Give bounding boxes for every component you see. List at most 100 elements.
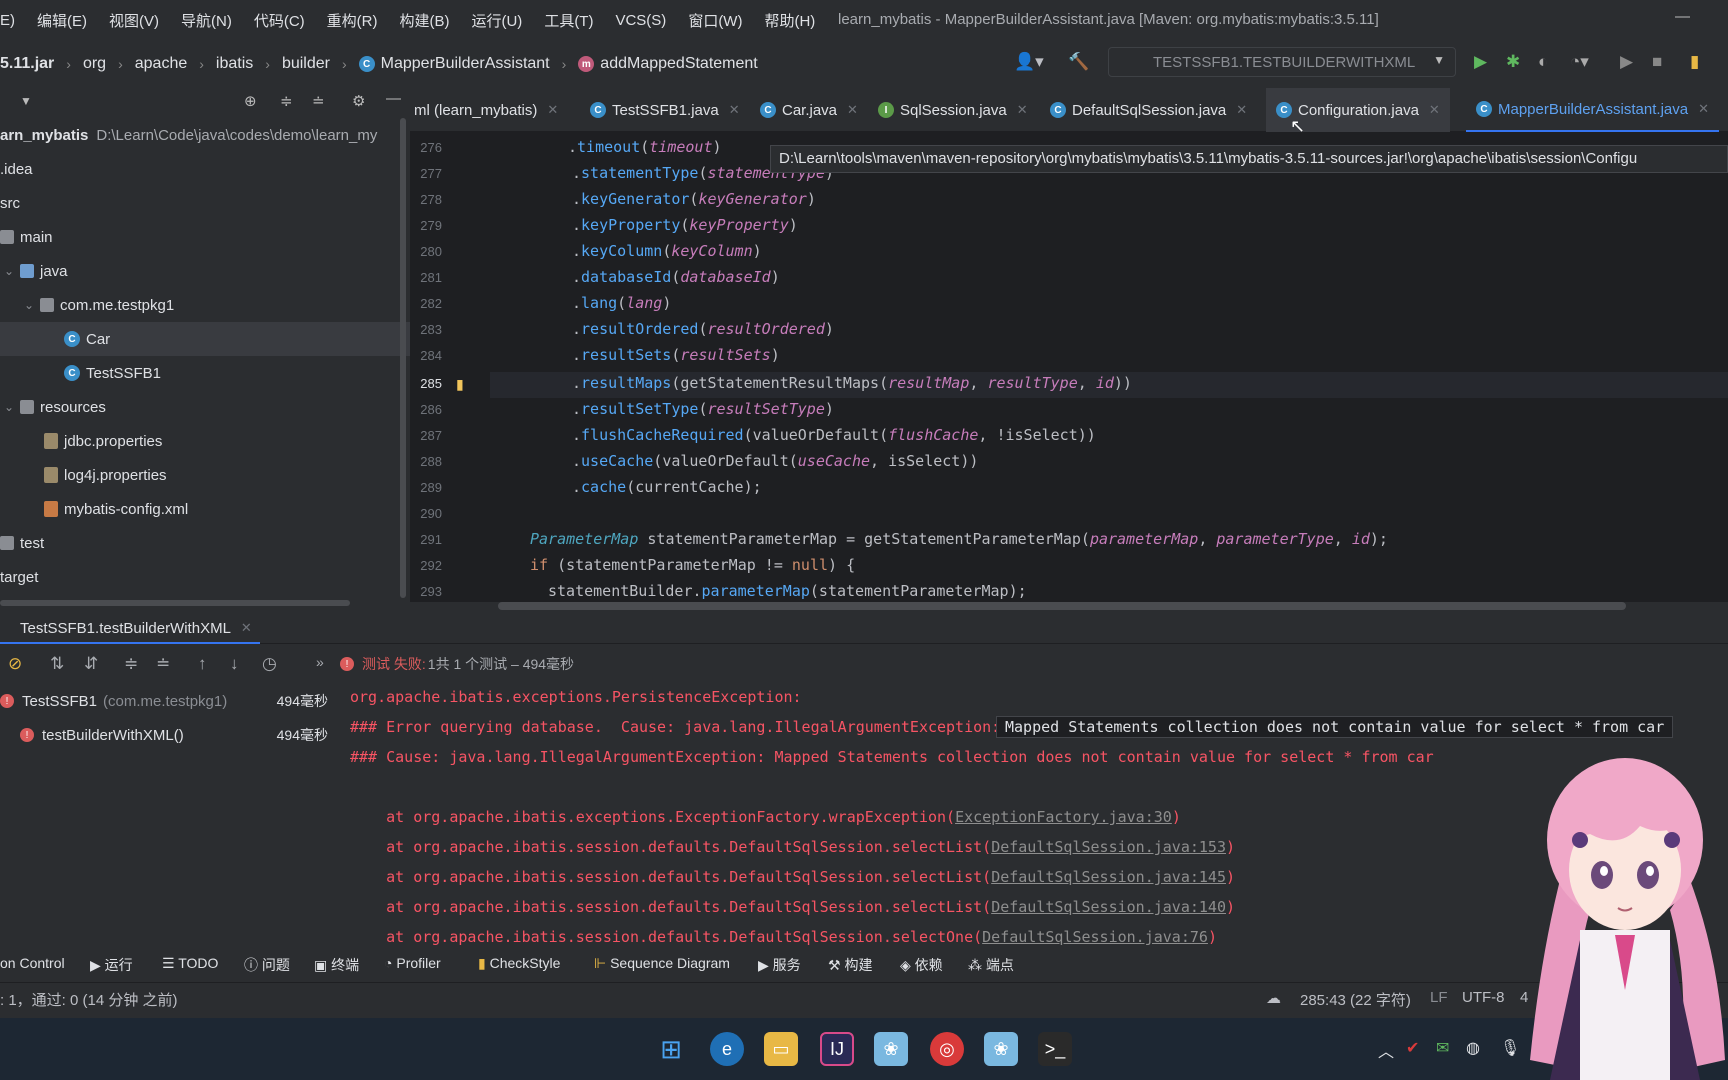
file-explorer-icon[interactable]: ▭ (764, 1032, 798, 1066)
run-configuration-select[interactable]: TESTSSFB1.TESTBUILDERWITHXML ▼ (1108, 47, 1456, 77)
expand-all-icon[interactable]: ≑ (124, 654, 138, 674)
history-icon[interactable]: ◷ (262, 654, 277, 674)
close-icon[interactable]: ✕ (1698, 101, 1709, 117)
stack-link[interactable]: DefaultSqlSession.java:140 (991, 898, 1226, 916)
chevron-down-icon[interactable]: ▼ (20, 94, 32, 108)
app-icon[interactable]: ❀ (984, 1032, 1018, 1066)
expand-all-icon[interactable]: ≑ (280, 92, 293, 110)
app-icon[interactable]: ❀ (874, 1032, 908, 1066)
sort-duration-icon[interactable]: ⇵ (84, 654, 98, 674)
qq-icon[interactable]: ◍ (1466, 1038, 1480, 1058)
stop-icon[interactable]: ■ (1652, 52, 1662, 72)
tree-item-car[interactable]: C Car (0, 322, 410, 356)
tree-item-jdbc-properties[interactable]: jdbc.properties (0, 424, 410, 458)
tool-checkstyle[interactable]: ▮ CheckStyle (478, 955, 560, 972)
wechat-icon[interactable]: ✉ (1436, 1038, 1449, 1058)
breadcrumb-class[interactable]: MapperBuilderAssistant (381, 55, 550, 73)
user-icon[interactable]: 👤▾ (1014, 52, 1044, 72)
tab-car[interactable]: C Car.java ✕ (760, 88, 858, 132)
chevron-down-icon[interactable]: ⌄ (4, 264, 20, 278)
close-icon[interactable]: ✕ (1017, 102, 1028, 118)
tree-item-mybatis-config[interactable]: mybatis-config.xml (0, 492, 410, 526)
tool-endpoints[interactable]: ⁂ 端点 (968, 955, 1014, 975)
tree-item-target[interactable]: target (0, 560, 410, 594)
locate-icon[interactable]: ⊕ (244, 92, 257, 110)
arrow-up-icon[interactable]: ↑ (198, 654, 207, 674)
code-editor[interactable]: 276 277 278 279 280 281 282 283 284 285 … (410, 132, 1728, 602)
stack-link[interactable]: DefaultSqlSession.java:145 (991, 868, 1226, 886)
menu-item-view[interactable]: 视图(V) (109, 10, 159, 31)
tool-dependencies[interactable]: ◈ 依赖 (900, 955, 943, 975)
tree-item-main[interactable]: main (0, 220, 410, 254)
menu-item-help[interactable]: 帮助(H) (764, 10, 815, 31)
bookmark-icon[interactable]: ▮ (456, 376, 464, 393)
project-vscrollbar[interactable] (400, 118, 406, 598)
update-icon[interactable]: ▮ (1690, 52, 1699, 72)
chevron-down-icon[interactable]: ⌄ (4, 400, 20, 414)
editor-hscrollbar[interactable] (498, 602, 1626, 610)
tool-version-control[interactable]: on Control (0, 955, 65, 971)
tool-problems[interactable]: ⓘ 问题 (244, 955, 290, 975)
tab-sqlsession[interactable]: I SqlSession.java ✕ (878, 88, 1028, 132)
run-tab[interactable]: TestSSFB1.testBuilderWithXML ✕ (0, 614, 260, 644)
menu-item-vcs[interactable]: VCS(S) (615, 12, 666, 29)
menu-item-file[interactable]: E) (0, 12, 15, 29)
show-passed-icon[interactable]: ⊘ (8, 654, 22, 674)
tool-terminal[interactable]: ▣ 终端 (314, 955, 359, 975)
tree-item-resources[interactable]: ⌄ resources (0, 390, 410, 424)
tree-item-idea[interactable]: .idea (0, 152, 410, 186)
close-icon[interactable]: ✕ (1236, 102, 1247, 118)
debug-icon[interactable]: ✱ (1506, 52, 1520, 72)
tool-todo[interactable]: ☰ TODO (162, 955, 218, 972)
tool-services[interactable]: ▶ 服务 (758, 955, 801, 975)
stack-link[interactable]: DefaultSqlSession.java:153 (991, 838, 1226, 856)
collapse-all-icon[interactable]: ≐ (156, 654, 170, 674)
project-scrollbar[interactable] (0, 600, 350, 606)
windows-start-icon[interactable]: ⊞ (654, 1032, 688, 1066)
tool-run[interactable]: ▶ 运行 (90, 955, 133, 975)
tool-sequence-diagram[interactable]: ⊩ Sequence Diagram (594, 955, 730, 972)
tray-app-icon[interactable]: ✔ (1406, 1038, 1419, 1058)
tool-build[interactable]: ⚒ 构建 (828, 955, 872, 975)
sort-alpha-icon[interactable]: ⇅ (50, 654, 64, 674)
breadcrumb-method[interactable]: addMappedStatement (600, 55, 757, 73)
line-separator[interactable]: LF (1430, 989, 1448, 1006)
hide-icon[interactable]: — (386, 90, 401, 107)
run-secondary-icon[interactable]: ▶ (1620, 52, 1633, 72)
menu-item-navigate[interactable]: 导航(N) (181, 10, 232, 31)
menu-item-edit[interactable]: 编辑(E) (37, 10, 87, 31)
tree-item-src[interactable]: src (0, 186, 410, 220)
tree-root[interactable]: arn_mybatis D:\Learn\Code\java\codes\dem… (0, 118, 410, 152)
menu-item-tools[interactable]: 工具(T) (544, 10, 593, 31)
breadcrumb-ibatis[interactable]: ibatis (216, 55, 253, 73)
minimize-icon[interactable]: — (1675, 8, 1690, 25)
cloud-icon[interactable]: ☁ (1266, 989, 1281, 1007)
collapse-all-icon[interactable]: ≐ (312, 92, 325, 110)
test-row-method[interactable]: ! testBuilderWithXML() 494毫秒 (0, 718, 340, 752)
breadcrumb-org[interactable]: org (83, 55, 106, 73)
menu-item-refactor[interactable]: 重构(R) (327, 10, 378, 31)
test-row-class[interactable]: ! TestSSFB1 (com.me.testpkg1) 494毫秒 (0, 684, 340, 718)
intellij-idea-icon[interactable]: IJ (820, 1032, 854, 1066)
menu-item-window[interactable]: 窗口(W) (688, 10, 742, 31)
menu-item-run[interactable]: 运行(U) (471, 10, 522, 31)
close-icon[interactable]: ✕ (1429, 102, 1440, 118)
chevron-up-icon[interactable]: ︿ (1378, 1038, 1394, 1062)
run-icon[interactable]: ▶ (1474, 52, 1487, 72)
more-icon[interactable]: » (316, 654, 324, 670)
tree-item-test[interactable]: test (0, 526, 410, 560)
menu-item-code[interactable]: 代码(C) (254, 10, 305, 31)
caret-position[interactable]: 285:43 (22 字符) (1300, 989, 1411, 1010)
tab-defaultsqlsession[interactable]: C DefaultSqlSession.java ✕ (1050, 88, 1247, 132)
stack-link[interactable]: DefaultSqlSession.java:76 (982, 928, 1208, 946)
tree-item-java[interactable]: ⌄ java (0, 254, 410, 288)
close-icon[interactable]: ✕ (729, 102, 740, 118)
close-icon[interactable]: ✕ (241, 620, 252, 636)
chevron-down-icon[interactable]: ⌄ (24, 298, 40, 312)
breadcrumb-jar[interactable]: 5.11.jar (0, 55, 54, 73)
edge-browser-icon[interactable]: e (710, 1032, 744, 1066)
arrow-down-icon[interactable]: ↓ (230, 654, 239, 674)
tree-item-package[interactable]: ⌄ com.me.testpkg1 (0, 288, 410, 322)
file-encoding[interactable]: UTF-8 (1462, 989, 1505, 1006)
build-hammer-icon[interactable]: 🔨 (1068, 52, 1089, 72)
